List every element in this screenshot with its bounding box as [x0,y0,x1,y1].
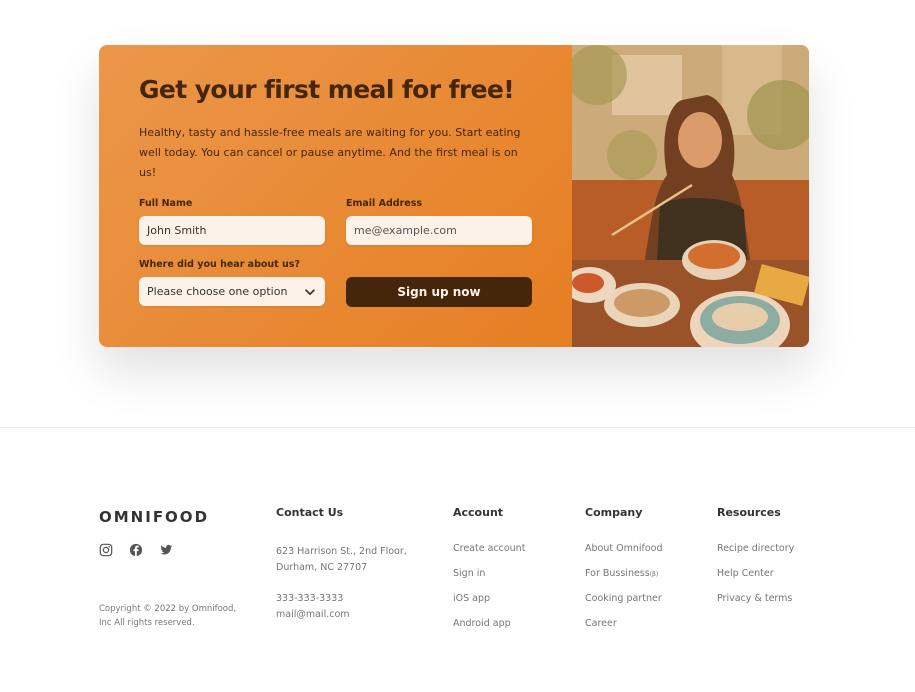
email-link[interactable]: mail@mail.com [276,607,407,623]
footer-link[interactable]: About Omnifood [585,541,663,566]
footer-link[interactable]: Android app [453,616,525,641]
footer-link[interactable]: Recipe directory [717,541,794,566]
cta-card: Get your first meal for free! Healthy, t… [99,45,809,347]
account-title: Account [453,506,504,519]
footer-link-business-label: For Bussiness [585,568,650,579]
contact-title: Contact Us [276,506,344,519]
omnifood-logo[interactable]: OMNIFOOD [99,508,209,526]
footer: OMNIFOOD Copyright © 2022 by Omnifood, I… [0,500,915,692]
footer-link[interactable]: Help Center [717,566,794,591]
sign-up-button[interactable]: Sign up now [346,277,532,307]
contact-column: Contact Us 623 Harrison St., 2nd Floor, … [276,506,407,623]
signup-form: Full Name John Smith Email Address me@ex… [139,197,532,307]
address-line-2: Durham, NC 27707 [276,562,368,573]
source-select-value: Please choose one option [147,285,288,298]
submit-field: Sign up now [346,258,532,307]
full-name-field: Full Name John Smith [139,197,325,245]
email-input[interactable]: me@example.com [346,216,532,245]
instagram-icon[interactable] [99,543,113,557]
footer-link[interactable]: Privacy & terms [717,591,794,616]
company-column: Company About Omnifood For Bussiness(β) … [585,506,663,641]
footer-link-business[interactable]: For Bussiness(β) [585,566,663,591]
footer-link[interactable]: iOS app [453,591,525,616]
cta-form-panel: Get your first meal for free! Healthy, t… [99,45,572,347]
footer-link[interactable]: Create account [453,541,525,566]
resources-column: Resources Recipe directory Help Center P… [717,506,794,616]
cta-description: Healthy, tasty and hassle-free meals are… [139,126,521,179]
woman-eating-photo [572,45,809,347]
phone-link[interactable]: 333-333-3333 [276,591,407,607]
social-links [99,543,173,557]
email-label: Email Address [346,198,423,209]
full-name-input[interactable]: John Smith [139,216,325,245]
company-links: About Omnifood For Bussiness(β) Cooking … [585,541,663,641]
source-select[interactable]: Please choose one option [139,277,325,306]
section-divider [0,427,915,428]
source-label: Where did you hear about us? [139,259,300,270]
resources-title: Resources [717,506,781,519]
footer-link[interactable]: Career [585,616,663,641]
cta-title: Get your first meal for free! [139,75,515,104]
resources-links: Recipe directory Help Center Privacy & t… [717,541,794,616]
account-links: Create account Sign in iOS app Android a… [453,541,525,641]
copyright-text: Copyright © 2022 by Omnifood, Inc All ri… [99,604,237,628]
twitter-icon[interactable] [159,543,173,557]
footer-link[interactable]: Sign in [453,566,525,591]
facebook-icon[interactable] [129,543,143,557]
beta-tag: (β) [649,571,659,578]
cta-image [572,45,809,347]
full-name-label: Full Name [139,198,193,209]
email-field: Email Address me@example.com [346,197,532,245]
contact-details: 333-333-3333 mail@mail.com [276,591,407,623]
address-line-1: 623 Harrison St., 2nd Floor, [276,546,407,557]
logo-text: OMNIFOOD [99,508,210,526]
account-column: Account Create account Sign in iOS app A… [453,506,525,641]
source-field: Where did you hear about us? Please choo… [139,258,325,307]
footer-link[interactable]: Cooking partner [585,591,663,616]
chevron-down-icon [305,288,315,295]
company-title: Company [585,506,643,519]
address: 623 Harrison St., 2nd Floor, Durham, NC … [276,544,407,576]
